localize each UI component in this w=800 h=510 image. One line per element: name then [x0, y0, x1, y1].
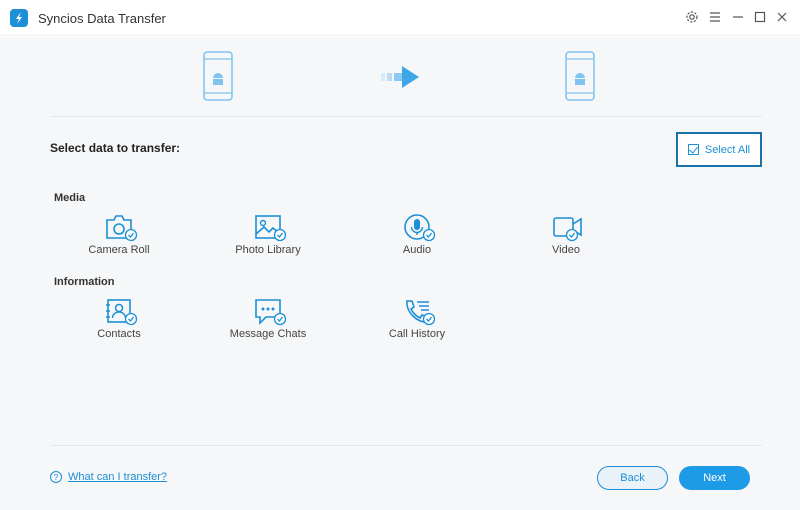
select-all-label: Select All	[704, 143, 751, 156]
next-button[interactable]: Next	[679, 466, 750, 490]
section-label-information: Information	[54, 276, 115, 288]
item-label: Video	[552, 244, 580, 256]
message-bubble-icon	[254, 298, 287, 326]
video-camera-icon	[552, 214, 584, 242]
app-title: Syncios Data Transfer	[38, 11, 166, 26]
item-photo-library[interactable]: Photo Library	[218, 214, 318, 264]
main-panel: Select data to transfer: Select All Medi…	[0, 37, 800, 510]
menu-icon[interactable]	[706, 8, 724, 26]
help-link[interactable]: ? What can I transfer?	[50, 471, 167, 483]
close-icon[interactable]	[773, 8, 791, 26]
app-logo-icon	[10, 9, 28, 27]
maximize-icon[interactable]	[751, 8, 769, 26]
back-button[interactable]: Back	[597, 466, 668, 490]
item-message-chats[interactable]: Message Chats	[218, 298, 318, 348]
help-question-icon: ?	[50, 471, 62, 483]
item-label: Call History	[388, 328, 446, 340]
top-divider	[50, 116, 762, 117]
contacts-icon	[105, 298, 138, 326]
bottom-divider	[50, 445, 762, 446]
select-data-heading: Select data to transfer:	[50, 141, 181, 155]
item-camera-roll[interactable]: Camera Roll	[69, 214, 169, 264]
source-phone-icon	[203, 51, 233, 101]
select-all-button[interactable]: Select All	[676, 132, 762, 167]
camera-icon	[105, 214, 138, 242]
help-link-text[interactable]: What can I transfer?	[68, 471, 167, 483]
item-audio[interactable]: Audio	[367, 214, 467, 264]
devices-row	[0, 37, 800, 117]
item-video[interactable]: Video	[516, 214, 616, 264]
section-label-media: Media	[54, 192, 86, 204]
target-phone-icon	[565, 51, 595, 101]
transfer-arrow-icon	[381, 66, 419, 88]
item-label: Contacts	[97, 328, 141, 340]
minimize-icon[interactable]	[729, 8, 747, 26]
settings-gear-icon[interactable]	[683, 8, 701, 26]
title-bar: Syncios Data Transfer	[0, 0, 800, 36]
item-call-history[interactable]: Call History	[367, 298, 467, 348]
phone-call-icon	[403, 298, 436, 326]
item-label: Photo Library	[235, 244, 301, 256]
item-label: Message Chats	[229, 328, 307, 340]
item-label: Audio	[402, 244, 432, 256]
item-contacts[interactable]: Contacts	[69, 298, 169, 348]
microphone-icon	[403, 214, 436, 242]
image-icon	[254, 214, 287, 242]
item-label: Camera Roll	[88, 244, 150, 256]
select-all-checkbox-icon	[687, 144, 699, 155]
